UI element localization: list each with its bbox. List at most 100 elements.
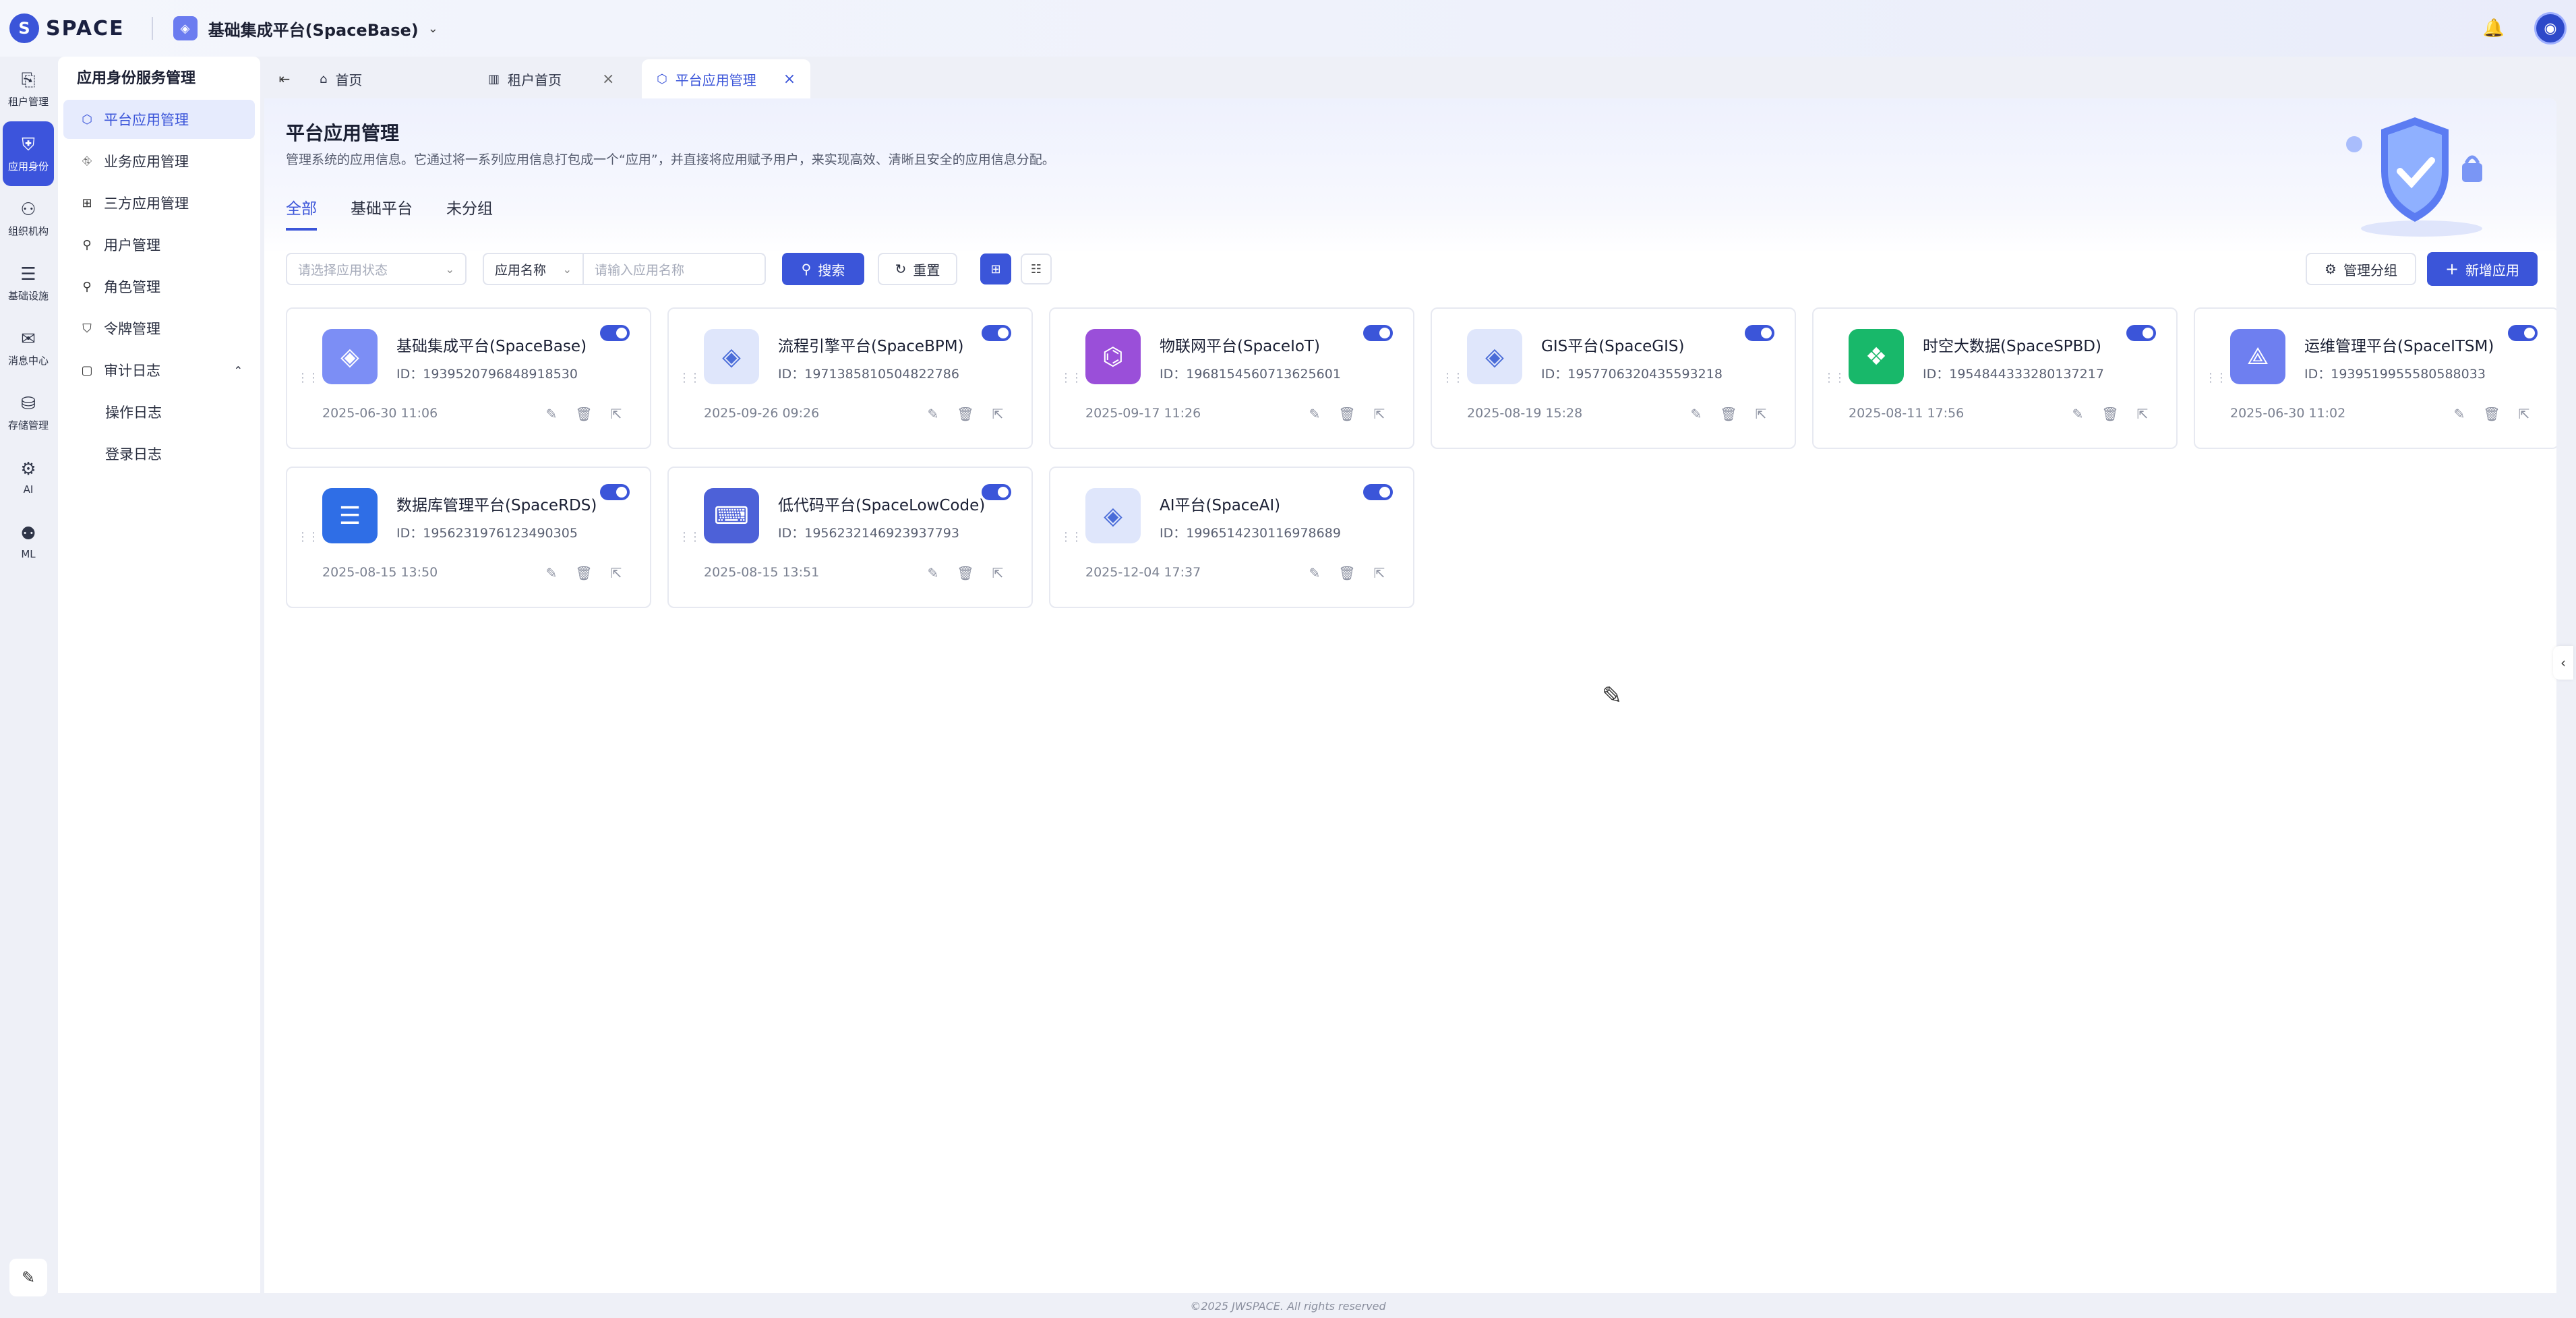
- group-tabs: 全部 基础平台 未分组: [286, 196, 527, 231]
- open-external-icon[interactable]: ⇱: [988, 405, 1007, 423]
- delete-icon[interactable]: 🗑: [574, 405, 593, 423]
- drag-handle-icon[interactable]: ⋮⋮: [2205, 371, 2227, 385]
- drag-handle-icon[interactable]: ⋮⋮: [297, 371, 320, 385]
- add-app-button[interactable]: + 新增应用: [2427, 252, 2538, 286]
- app-enabled-toggle[interactable]: [982, 325, 1011, 341]
- delete-icon[interactable]: 🗑: [2482, 405, 2501, 423]
- app-enabled-toggle[interactable]: [600, 325, 630, 341]
- rail-item-7[interactable]: ⚉ ML: [0, 510, 57, 574]
- menu-item-3[interactable]: ⚲ 用户管理: [63, 225, 255, 264]
- edit-icon[interactable]: ✎: [2450, 405, 2469, 423]
- app-card[interactable]: ⋮⋮ ⌬ 物联网平台(SpaceIoT) ID：1968154560713625601…: [1049, 307, 1414, 449]
- drag-handle-icon[interactable]: ⋮⋮: [678, 371, 701, 385]
- drag-handle-icon[interactable]: ⋮⋮: [1823, 371, 1846, 385]
- drag-handle-icon[interactable]: ⋮⋮: [1441, 371, 1464, 385]
- list-view-icon[interactable]: ☷: [1021, 253, 1052, 284]
- grid-view-icon[interactable]: ⊞: [980, 253, 1011, 284]
- open-external-icon[interactable]: ⇱: [1751, 405, 1770, 423]
- edit-icon[interactable]: ✎: [542, 405, 561, 423]
- notification-bell-icon[interactable]: 🔔: [2480, 15, 2507, 42]
- app-enabled-toggle[interactable]: [982, 484, 1011, 500]
- edit-icon[interactable]: ✎: [924, 405, 942, 423]
- tab-platform-apps[interactable]: ⬡ 平台应用管理 ×: [642, 59, 811, 98]
- menu-item-5[interactable]: ⛉ 令牌管理: [63, 309, 255, 348]
- app-card[interactable]: ⋮⋮ ❖ 时空大数据(SpaceSPBD) ID：195484433328013721…: [1812, 307, 2178, 449]
- tab-home[interactable]: ⌂ 首页: [305, 59, 473, 98]
- delete-icon[interactable]: 🗑: [1338, 564, 1356, 582]
- menu-item-4[interactable]: ⚲ 角色管理: [63, 267, 255, 306]
- edit-icon[interactable]: ✎: [1305, 405, 1324, 423]
- drag-handle-icon[interactable]: ⋮⋮: [297, 530, 320, 544]
- delete-icon[interactable]: 🗑: [1338, 405, 1356, 423]
- manage-groups-button[interactable]: ⚙ 管理分组: [2306, 253, 2416, 285]
- open-external-icon[interactable]: ⇱: [607, 405, 626, 423]
- menu-item-0[interactable]: ⬡ 平台应用管理: [63, 100, 255, 139]
- rail-item-5[interactable]: ⛁ 存储管理: [0, 380, 57, 445]
- drag-handle-icon[interactable]: ⋮⋮: [1060, 371, 1083, 385]
- app-card[interactable]: ⋮⋮ ☰ 数据库管理平台(SpaceRDS) ID：19562319761234903…: [286, 467, 651, 608]
- app-name-input[interactable]: 请输入应用名称: [584, 253, 766, 285]
- close-icon[interactable]: ×: [602, 71, 614, 88]
- app-enabled-toggle[interactable]: [2508, 325, 2538, 341]
- menu-item-2[interactable]: ⊞ 三方应用管理: [63, 183, 255, 222]
- menu-item-1[interactable]: ⛗ 业务应用管理: [63, 142, 255, 181]
- delete-icon[interactable]: 🗑: [1719, 405, 1738, 423]
- collapse-menu-icon[interactable]: ⇤: [264, 59, 305, 98]
- app-enabled-toggle[interactable]: [1745, 325, 1774, 341]
- menu-item-6[interactable]: ▢ 审计日志 ⌃: [63, 351, 255, 390]
- delete-icon[interactable]: 🗑: [956, 564, 975, 582]
- magic-wand-icon[interactable]: ✎: [9, 1259, 47, 1296]
- group-tab-1[interactable]: 基础平台: [351, 196, 413, 231]
- app-card[interactable]: ⋮⋮ ⌨ 低代码平台(SpaceLowCode) ID：195623214692393…: [667, 467, 1033, 608]
- top-divider: [151, 17, 153, 40]
- delete-icon[interactable]: 🗑: [574, 564, 593, 582]
- rail-item-0[interactable]: ⎘ 租户管理: [0, 57, 57, 121]
- open-external-icon[interactable]: ⇱: [2515, 405, 2534, 423]
- edit-icon[interactable]: ✎: [924, 564, 942, 582]
- logo[interactable]: S SPACE: [9, 13, 125, 43]
- field-select[interactable]: 应用名称 ⌄: [483, 253, 584, 285]
- edit-icon[interactable]: ✎: [1305, 564, 1324, 582]
- rail-item-2[interactable]: ⚇ 组织机构: [0, 186, 57, 251]
- tab-tenant-home[interactable]: ▥ 租户首页 ×: [473, 59, 642, 98]
- chevron-left-icon[interactable]: ‹: [2553, 646, 2573, 680]
- menu-sub-item-0[interactable]: 操作日志: [63, 392, 255, 431]
- app-enabled-toggle[interactable]: [1363, 484, 1393, 500]
- platform-switcher[interactable]: ◈ 基础集成平台(SpaceBase) ⌄: [173, 16, 438, 40]
- tab-label: 平台应用管理: [675, 71, 756, 88]
- edit-icon[interactable]: ✎: [2068, 405, 2087, 423]
- open-external-icon[interactable]: ⇱: [1370, 405, 1389, 423]
- menu-sub-item-1[interactable]: 登录日志: [63, 434, 255, 473]
- app-created-time: 2025-06-30 11:06: [322, 406, 438, 421]
- rail-item-3[interactable]: ☰ 基础设施: [0, 251, 57, 316]
- user-avatar[interactable]: ◉: [2534, 12, 2567, 44]
- rail-item-4[interactable]: ✉ 消息中心: [0, 316, 57, 380]
- chevron-up-icon[interactable]: ⌃: [234, 364, 243, 377]
- search-button[interactable]: ⚲ 搜索: [782, 253, 864, 285]
- rail-item-1[interactable]: ⛨ 应用身份: [3, 121, 54, 186]
- app-enabled-toggle[interactable]: [2126, 325, 2156, 341]
- app-enabled-toggle[interactable]: [1363, 325, 1393, 341]
- delete-icon[interactable]: 🗑: [2101, 405, 2120, 423]
- rail-item-6[interactable]: ⚙ AI: [0, 445, 57, 510]
- group-tab-0[interactable]: 全部: [286, 196, 317, 231]
- edit-icon[interactable]: ✎: [1687, 405, 1706, 423]
- open-external-icon[interactable]: ⇱: [988, 564, 1007, 582]
- app-card[interactable]: ⋮⋮ ◈ 流程引擎平台(SpaceBPM) ID：197138581050482278…: [667, 307, 1033, 449]
- open-external-icon[interactable]: ⇱: [2133, 405, 2152, 423]
- drag-handle-icon[interactable]: ⋮⋮: [1060, 530, 1083, 544]
- app-card[interactable]: ⋮⋮ ◈ AI平台(SpaceAI) ID：1996514230116978689 20…: [1049, 467, 1414, 608]
- app-card[interactable]: ⋮⋮ ◈ GIS平台(SpaceGIS) ID：1957706320435593218…: [1431, 307, 1796, 449]
- edit-icon[interactable]: ✎: [542, 564, 561, 582]
- delete-icon[interactable]: 🗑: [956, 405, 975, 423]
- open-external-icon[interactable]: ⇱: [1370, 564, 1389, 582]
- status-select[interactable]: 请选择应用状态 ⌄: [286, 253, 467, 285]
- open-external-icon[interactable]: ⇱: [607, 564, 626, 582]
- app-enabled-toggle[interactable]: [600, 484, 630, 500]
- group-tab-2[interactable]: 未分组: [446, 196, 493, 231]
- app-card[interactable]: ⋮⋮ ⟁ 运维管理平台(SpaceITSM) ID：19395199555805880…: [2194, 307, 2556, 449]
- drag-handle-icon[interactable]: ⋮⋮: [678, 530, 701, 544]
- close-icon[interactable]: ×: [783, 71, 796, 88]
- app-card[interactable]: ⋮⋮ ◈ 基础集成平台(SpaceBase) ID：19395207968489185…: [286, 307, 651, 449]
- reset-button[interactable]: ↻ 重置: [878, 253, 957, 285]
